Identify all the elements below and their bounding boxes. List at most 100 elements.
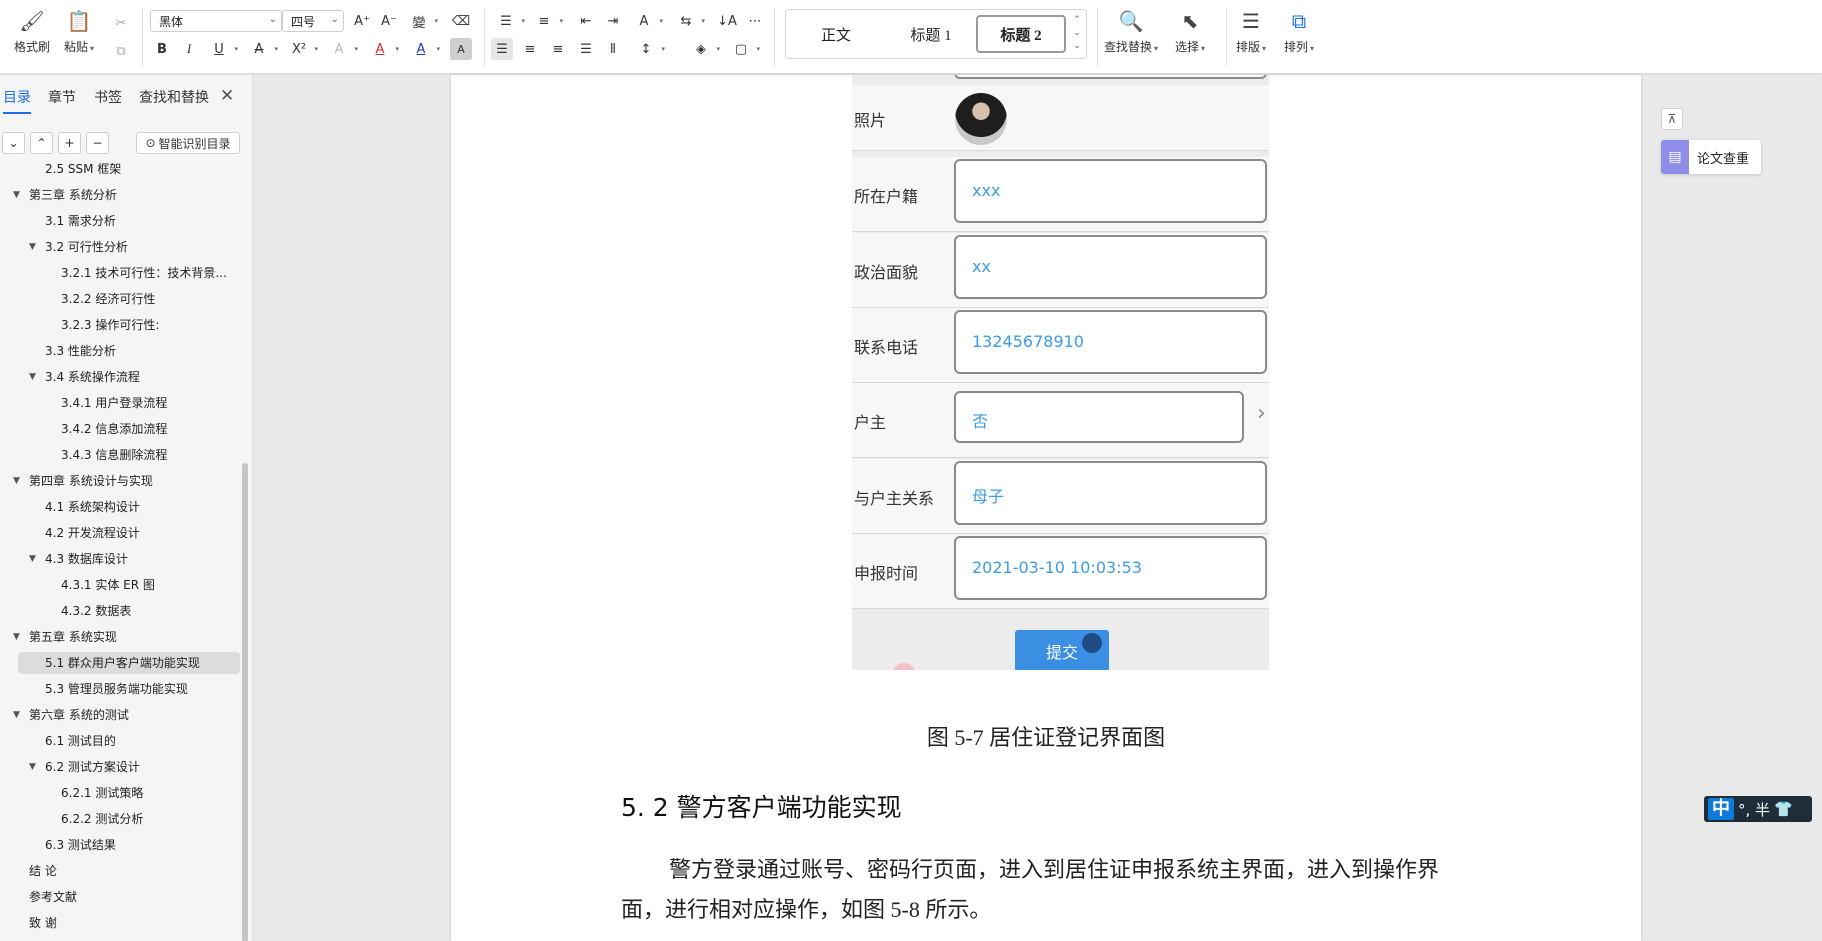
toc-item[interactable]: 6.2.1 测试策略 <box>0 782 244 804</box>
expand-triangle-icon[interactable]: ▼ <box>13 704 20 726</box>
toc-item[interactable]: 3.1 需求分析 <box>0 210 244 232</box>
toc-item[interactable]: 2.5 SSM 框架 <box>0 162 244 180</box>
expand-triangle-icon[interactable]: ▼ <box>13 184 20 206</box>
layout-button[interactable]: ☰ 排版 ▾ <box>1236 0 1266 55</box>
expand-triangle-icon[interactable]: ▼ <box>29 236 36 258</box>
toc-item[interactable]: 4.2 开发流程设计 <box>0 522 244 544</box>
toc-item[interactable]: 6.2.2 测试分析 <box>0 808 244 830</box>
phonetic-guide-icon[interactable]: 變 ▾ <box>408 10 438 32</box>
shirt-icon[interactable]: 👕 <box>1774 800 1793 818</box>
increase-indent-icon[interactable]: ⇥ <box>602 10 624 32</box>
toc-item[interactable]: 3.4.2 信息添加流程 <box>0 418 244 440</box>
ime-chinese-mode[interactable]: 中 <box>1708 798 1734 820</box>
add-icon[interactable]: + <box>58 132 81 154</box>
text-direction-icon[interactable]: A ▾ <box>633 10 663 32</box>
decrease-font-icon[interactable]: A⁻ <box>378 10 400 32</box>
nav-scrollbar[interactable] <box>242 463 248 941</box>
toc-item[interactable]: 致 谢 <box>0 912 244 934</box>
expand-triangle-icon[interactable]: ▼ <box>29 366 36 388</box>
bold-icon[interactable]: B <box>151 38 173 60</box>
ime-punct-width[interactable]: °, 半 <box>1738 799 1770 820</box>
toc-item[interactable]: ▼ 6.2 测试方案设计 <box>0 756 244 778</box>
document-page[interactable]: 照片 提交 所在户籍 xxx 政治面貌 xx 联系电话 13245678910 户主否 › 与户… <box>451 75 1641 941</box>
expand-icon[interactable]: ⌄ <box>2 132 25 154</box>
increase-font-icon[interactable]: A⁺ <box>351 10 373 32</box>
expand-triangle-icon[interactable]: ▼ <box>13 470 20 492</box>
toc-item[interactable]: 6.3 测试结果 <box>0 834 244 856</box>
font-size-select[interactable]: 四号 ⌄ <box>282 10 344 32</box>
toc-item[interactable]: ▼ 第四章 系统设计与实现 <box>0 470 244 492</box>
toc-item[interactable]: 3.2.2 经济可行性 <box>0 288 244 310</box>
arrange-button[interactable]: ⧉ 排列 ▾ <box>1284 0 1314 55</box>
find-replace-button[interactable]: 🔍 查找替换 ▾ <box>1104 0 1158 55</box>
align-left-icon[interactable]: ☰ <box>491 38 513 60</box>
toc-item[interactable]: 3.2.3 操作可行性: <box>0 314 244 336</box>
smart-toc-button[interactable]: ⊙ 智能识别目录 <box>136 132 240 154</box>
show-marks-icon[interactable]: ⋯ <box>744 10 766 32</box>
collapse-sidebar-icon[interactable]: ⊼ <box>1661 108 1683 130</box>
tab-bookmarks[interactable]: 书签 <box>94 87 122 107</box>
toc-item[interactable]: 4.3.1 实体 ER 图 <box>0 574 244 596</box>
char-shading-icon[interactable]: A <box>450 38 472 60</box>
borders-icon[interactable]: ▢ ▾ <box>730 38 760 60</box>
highlight-color-icon[interactable]: A ▾ <box>369 38 399 60</box>
remove-icon[interactable]: − <box>86 132 109 154</box>
toc-item-label: 3.2 可行性分析 <box>45 240 128 254</box>
collapse-icon[interactable]: ⌃ <box>30 132 53 154</box>
underline-icon[interactable]: U ▾ <box>208 38 238 60</box>
strikethrough-icon[interactable]: A ▾ <box>248 38 278 60</box>
style-heading-1[interactable]: 标题 1 <box>886 15 976 53</box>
sort-icon[interactable]: ↓A <box>716 10 738 32</box>
toc-item[interactable]: ▼ 3.4 系统操作流程 <box>0 366 244 388</box>
expand-triangle-icon[interactable]: ▼ <box>29 756 36 778</box>
italic-icon[interactable]: I <box>178 38 200 60</box>
paragraph-shading-icon[interactable]: ◈ ▾ <box>690 38 720 60</box>
format-painter-button[interactable]: 🖌 格式刷 <box>14 0 50 55</box>
bullet-list-icon[interactable]: ☰ ▾ <box>495 10 525 32</box>
justify-icon[interactable]: ☰ <box>575 38 597 60</box>
copy-icon[interactable]: ⧉ <box>110 40 132 62</box>
sort-swap-icon[interactable]: ⇆ ▾ <box>675 10 705 32</box>
clear-format-icon[interactable]: ⌫ <box>450 10 472 32</box>
font-color-icon[interactable]: A ▾ <box>410 38 440 60</box>
styles-scroll-arrows[interactable]: ⌃ ⌄ ⌄ <box>1071 14 1083 53</box>
superscript-icon[interactable]: X² ▾ <box>288 38 318 60</box>
toc-item[interactable]: 3.4.3 信息删除流程 <box>0 444 244 466</box>
toc-item[interactable]: 4.1 系统架构设计 <box>0 496 244 518</box>
toc-item[interactable]: 3.2.1 技术可行性：技术背景... <box>0 262 244 284</box>
cut-icon[interactable]: ✂ <box>110 12 132 34</box>
tab-toc[interactable]: 目录 <box>3 87 31 114</box>
toc-item[interactable]: ▼ 第五章 系统实现 <box>0 626 244 648</box>
style-heading-2[interactable]: 标题 2 <box>976 15 1066 53</box>
select-button[interactable]: ⬉ 选择 ▾ <box>1175 0 1205 55</box>
close-icon[interactable]: ✕ <box>220 87 234 105</box>
text-effect-icon[interactable]: A ▾ <box>328 38 358 60</box>
decrease-indent-icon[interactable]: ⇤ <box>575 10 597 32</box>
font-family-select[interactable]: 黑体 ⌄ <box>150 10 282 32</box>
line-spacing-icon[interactable]: ↕ ▾ <box>635 38 665 60</box>
toc-item[interactable]: 6.1 测试目的 <box>0 730 244 752</box>
expand-triangle-icon[interactable]: ▼ <box>13 626 20 648</box>
paper-check-button[interactable]: ▤ 论文查重 <box>1661 140 1761 174</box>
toc-item[interactable]: ▼ 第六章 系统的测试 <box>0 704 244 726</box>
toc-item[interactable]: 结 论 <box>0 860 244 882</box>
toc-item[interactable]: ▼ 3.2 可行性分析 <box>0 236 244 258</box>
ime-status-bar[interactable]: 中 °, 半 👕 <box>1704 796 1812 822</box>
expand-triangle-icon[interactable]: ▼ <box>29 548 36 570</box>
toc-item[interactable]: ▼ 4.3 数据库设计 <box>0 548 244 570</box>
tab-find-replace[interactable]: 查找和替换 <box>139 87 209 107</box>
toc-item[interactable]: 3.3 性能分析 <box>0 340 244 362</box>
numbered-list-icon[interactable]: ≡ ▾ <box>533 10 563 32</box>
distributed-icon[interactable]: ⫴ <box>602 38 624 60</box>
toc-item[interactable]: 5.3 管理员服务端功能实现 <box>0 678 244 700</box>
toc-item[interactable]: 4.3.2 数据表 <box>0 600 244 622</box>
toc-item[interactable]: ▼ 第三章 系统分析 <box>0 184 244 206</box>
tab-sections[interactable]: 章节 <box>48 87 76 107</box>
toc-item[interactable]: 参考文献 <box>0 886 244 908</box>
toc-item[interactable]: 3.4.1 用户登录流程 <box>0 392 244 414</box>
align-center-icon[interactable]: ≡ <box>519 38 541 60</box>
align-right-icon[interactable]: ≡ <box>547 38 569 60</box>
style-normal[interactable]: 正文 <box>796 15 876 53</box>
toc-item[interactable]: 5.1 群众用户客户端功能实现 <box>18 652 240 674</box>
paste-button[interactable]: 📋 粘贴 ▾ <box>64 0 94 55</box>
